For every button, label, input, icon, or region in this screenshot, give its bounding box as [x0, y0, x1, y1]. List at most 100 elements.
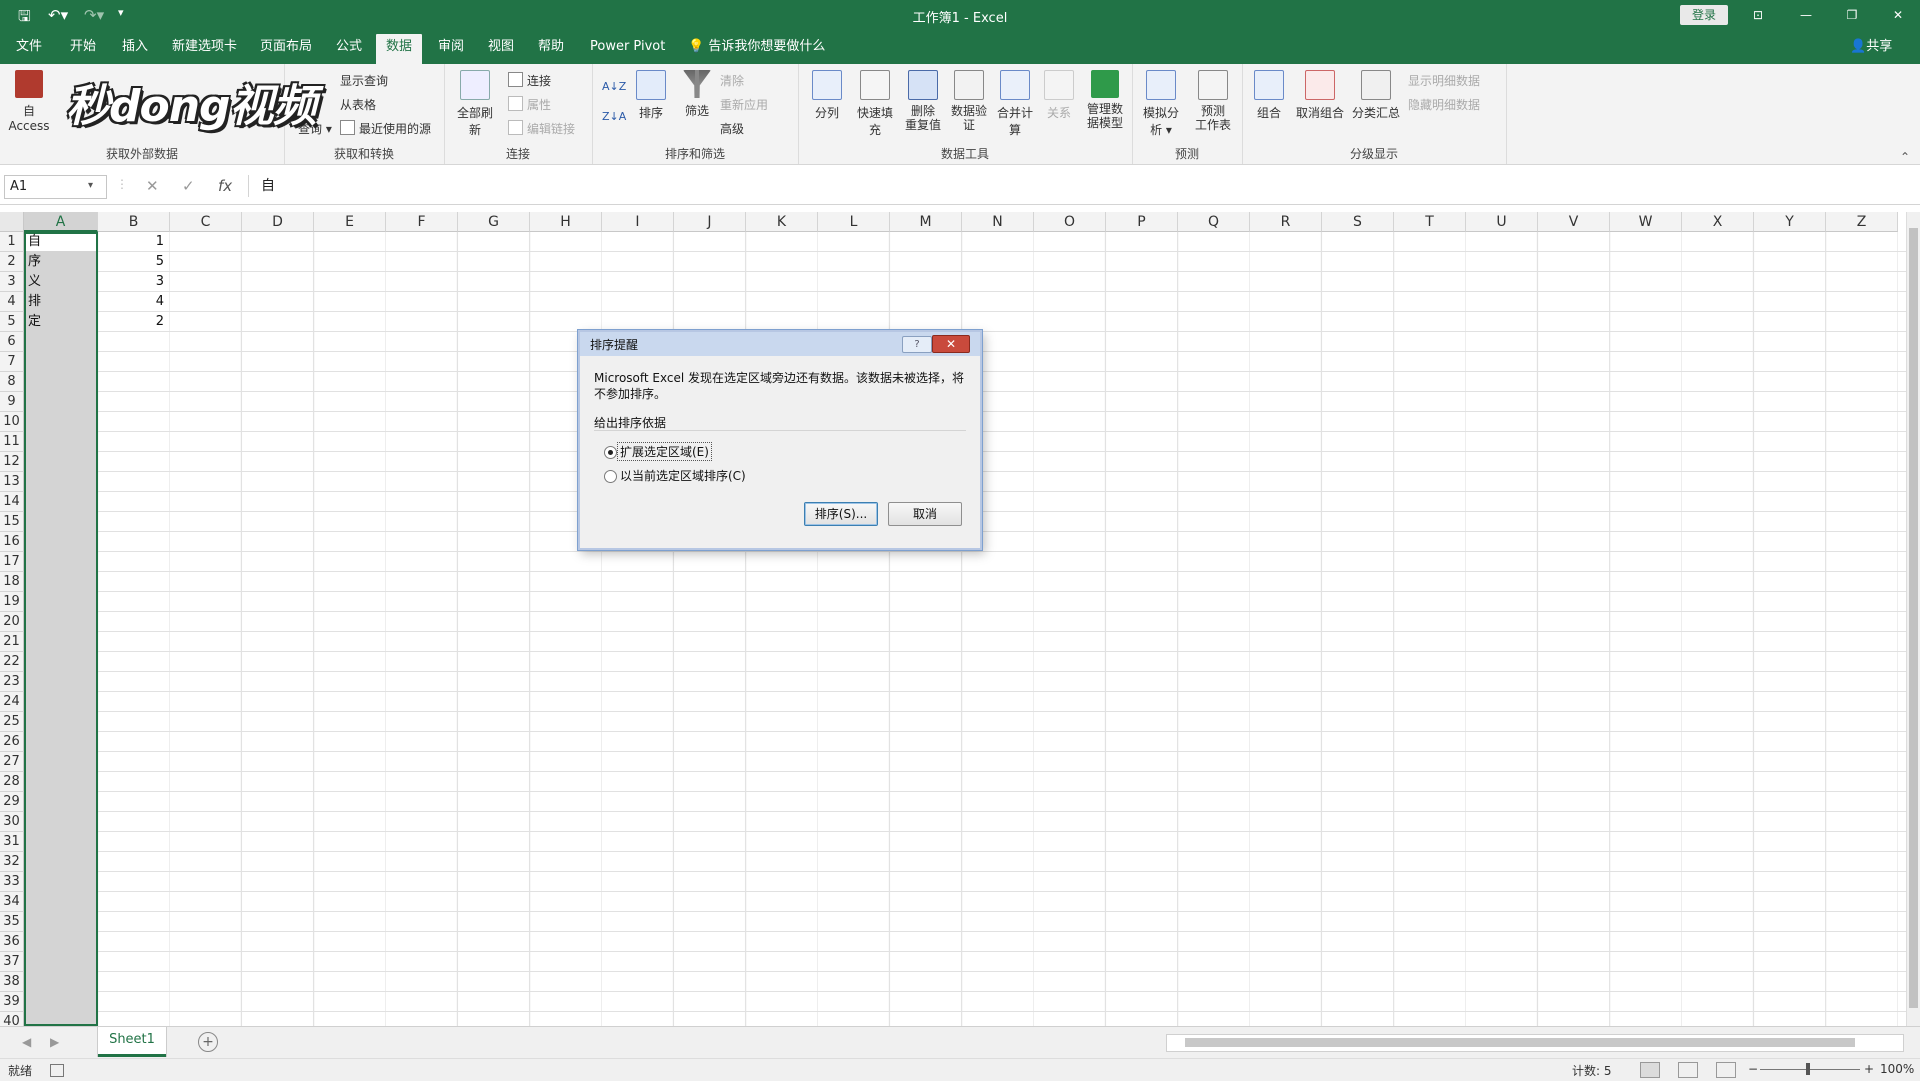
cell-a3[interactable]: 义 [28, 272, 92, 292]
column-header-s[interactable]: S [1322, 212, 1394, 232]
column-header-n[interactable]: N [962, 212, 1034, 232]
column-header-z[interactable]: Z [1826, 212, 1898, 232]
cell-b4[interactable]: 4 [102, 292, 164, 312]
sheet-tab-sheet1[interactable]: Sheet1 [98, 1027, 166, 1057]
relationships-button[interactable]: 关系 [1036, 70, 1082, 121]
filter-button[interactable]: 筛选 [674, 70, 720, 119]
vertical-scroll-thumb[interactable] [1909, 228, 1918, 1008]
zoom-level[interactable]: 100% [1880, 1062, 1914, 1076]
clear-filter-button[interactable]: 清除 [720, 72, 744, 89]
formula-input[interactable]: 自 [248, 175, 1920, 197]
name-box-dropdown-icon[interactable]: ▾ [88, 175, 93, 197]
sort-descending-icon[interactable]: Z↓A [602, 110, 626, 123]
tab-page-layout[interactable]: 页面布局 [250, 34, 322, 60]
vertical-scrollbar[interactable] [1906, 212, 1920, 1026]
tab-new[interactable]: 新建选项卡 [162, 34, 247, 60]
expand-selection-radio[interactable] [604, 446, 617, 459]
row-header-32[interactable]: 32 [0, 852, 24, 872]
column-header-h[interactable]: H [530, 212, 602, 232]
row-header-4[interactable]: 4 [0, 292, 24, 312]
column-header-d[interactable]: D [242, 212, 314, 232]
consolidate-button[interactable]: 合并计算 [992, 70, 1038, 138]
text-to-columns-button[interactable]: 分列 [804, 70, 850, 121]
insert-function-icon[interactable]: fx [218, 177, 232, 195]
reapply-button[interactable]: 重新应用 [720, 96, 768, 113]
row-header-38[interactable]: 38 [0, 972, 24, 992]
close-icon[interactable]: ✕ [932, 335, 970, 353]
row-header-26[interactable]: 26 [0, 732, 24, 752]
row-header-13[interactable]: 13 [0, 472, 24, 492]
row-header-17[interactable]: 17 [0, 552, 24, 572]
cell-b2[interactable]: 5 [102, 252, 164, 272]
tab-review[interactable]: 审阅 [428, 34, 474, 60]
cell-b5[interactable]: 2 [102, 312, 164, 332]
flash-fill-button[interactable]: 快速填充 [852, 70, 898, 138]
macro-record-icon[interactable] [50, 1064, 64, 1077]
row-header-22[interactable]: 22 [0, 652, 24, 672]
row-header-18[interactable]: 18 [0, 572, 24, 592]
login-button[interactable]: 登录 [1680, 5, 1728, 25]
tab-insert[interactable]: 插入 [112, 34, 158, 60]
row-header-2[interactable]: 2 [0, 252, 24, 272]
column-header-w[interactable]: W [1610, 212, 1682, 232]
properties-button[interactable]: 属性 [508, 96, 551, 113]
cell-a4[interactable]: 排 [28, 292, 92, 312]
column-header-f[interactable]: F [386, 212, 458, 232]
row-header-23[interactable]: 23 [0, 672, 24, 692]
ungroup-button[interactable]: 取消组合 [1292, 70, 1348, 121]
row-header-31[interactable]: 31 [0, 832, 24, 852]
column-header-k[interactable]: K [746, 212, 818, 232]
show-detail-button[interactable]: 显示明细数据 [1408, 72, 1480, 89]
cancel-entry-icon[interactable]: ✕ [146, 177, 159, 195]
horizontal-scroll-thumb[interactable] [1185, 1038, 1855, 1047]
tab-power-pivot[interactable]: Power Pivot [580, 34, 675, 60]
column-header-r[interactable]: R [1250, 212, 1322, 232]
column-header-j[interactable]: J [674, 212, 746, 232]
column-header-m[interactable]: M [890, 212, 962, 232]
column-header-y[interactable]: Y [1754, 212, 1826, 232]
zoom-out-icon[interactable]: − [1748, 1062, 1758, 1076]
cell-a2[interactable]: 序 [28, 252, 92, 272]
tab-help[interactable]: 帮助 [528, 34, 574, 60]
horizontal-scrollbar[interactable] [1166, 1034, 1904, 1052]
row-header-7[interactable]: 7 [0, 352, 24, 372]
row-header-3[interactable]: 3 [0, 272, 24, 292]
hide-detail-button[interactable]: 隐藏明细数据 [1408, 96, 1480, 113]
sort-ascending-icon[interactable]: A↓Z [602, 80, 626, 93]
tab-home[interactable]: 开始 [60, 34, 106, 60]
row-header-35[interactable]: 35 [0, 912, 24, 932]
tell-me-box[interactable]: 💡 告诉我你想要做什么 [688, 34, 825, 60]
page-break-view-icon[interactable] [1716, 1062, 1736, 1078]
cell-a1[interactable]: 自 [28, 232, 92, 252]
ribbon-display-icon[interactable]: ⊡ [1740, 4, 1776, 26]
sort-confirm-button[interactable]: 排序(S)... [804, 502, 878, 526]
sort-button[interactable]: 排序 [628, 70, 674, 121]
confirm-entry-icon[interactable]: ✓ [182, 177, 195, 195]
expand-selection-label[interactable]: 扩展选定区域(E) [617, 442, 712, 461]
row-header-36[interactable]: 36 [0, 932, 24, 952]
row-header-33[interactable]: 33 [0, 872, 24, 892]
column-header-t[interactable]: T [1394, 212, 1466, 232]
column-header-a[interactable]: A [24, 212, 98, 232]
zoom-slider[interactable] [1760, 1069, 1860, 1070]
row-header-15[interactable]: 15 [0, 512, 24, 532]
row-header-10[interactable]: 10 [0, 412, 24, 432]
row-header-24[interactable]: 24 [0, 692, 24, 712]
share-button[interactable]: 👤共享 [1850, 34, 1892, 60]
row-header-9[interactable]: 9 [0, 392, 24, 412]
row-header-12[interactable]: 12 [0, 452, 24, 472]
column-header-e[interactable]: E [314, 212, 386, 232]
forecast-sheet-button[interactable]: 预测 工作表 [1190, 70, 1236, 132]
row-header-16[interactable]: 16 [0, 532, 24, 552]
column-header-o[interactable]: O [1034, 212, 1106, 232]
tab-view[interactable]: 视图 [478, 34, 524, 60]
data-validation-button[interactable]: 数据验 证 [946, 70, 992, 132]
cell-a5[interactable]: 定 [28, 312, 92, 332]
column-header-l[interactable]: L [818, 212, 890, 232]
from-table-button[interactable]: 从表格 [340, 96, 376, 113]
what-if-button[interactable]: 模拟分析 ▾ [1138, 70, 1184, 138]
help-icon[interactable]: ? [902, 336, 932, 353]
recent-sources-button[interactable]: 最近使用的源 [340, 120, 431, 137]
normal-view-icon[interactable] [1640, 1062, 1660, 1078]
row-header-27[interactable]: 27 [0, 752, 24, 772]
